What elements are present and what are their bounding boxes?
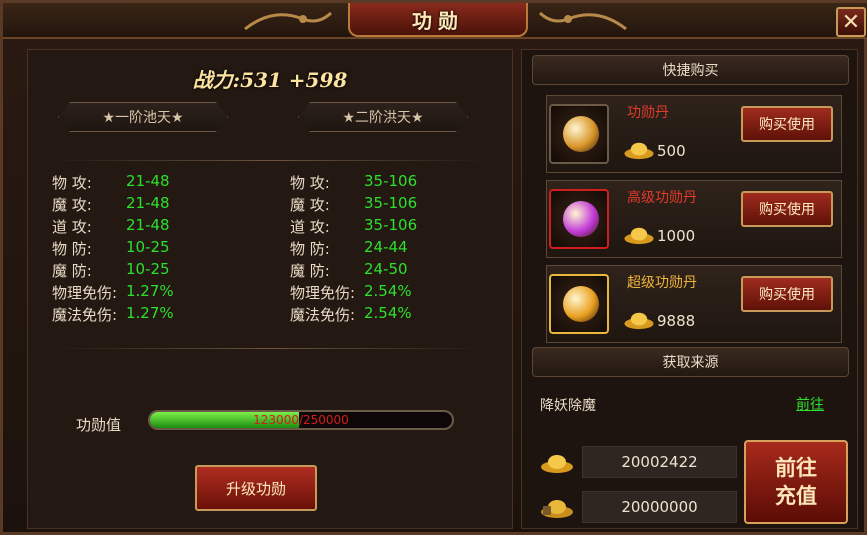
item-price: 500 <box>657 142 686 160</box>
pill-orb-icon <box>563 116 599 152</box>
stat-value: 35-106 <box>364 194 418 212</box>
stat-row: 物理免伤: 2.54% <box>290 282 412 304</box>
stat-row: 魔 攻: 21-48 <box>52 194 170 216</box>
merit-label: 功勋值 <box>76 416 122 434</box>
buy-and-use-button[interactable]: 购买使用 <box>741 191 833 227</box>
item-name: 高级功勋丹 <box>627 190 697 206</box>
stat-row: 魔法免伤: 2.54% <box>290 304 412 326</box>
stat-label: 物 防: <box>290 240 330 258</box>
bound-gold-ingot-icon <box>541 500 573 518</box>
stat-label: 物 攻: <box>52 174 92 192</box>
stat-value: 21-48 <box>126 194 170 212</box>
stat-value: 2.54% <box>364 304 412 322</box>
stat-label: 魔 防: <box>290 262 330 280</box>
source-name: 降妖除魔 <box>540 398 596 414</box>
stat-label: 物 防: <box>52 240 92 258</box>
divider-bottom <box>50 348 490 349</box>
gold-ingot-icon <box>624 227 654 245</box>
recharge-line2: 充值 <box>775 483 817 508</box>
gold-ingot-icon <box>624 142 654 160</box>
stat-value: 21-48 <box>126 216 170 234</box>
stat-value: 24-50 <box>364 260 408 278</box>
shop-item: 超级功勋丹 9888 购买使用 <box>546 265 842 343</box>
buy-and-use-button[interactable]: 购买使用 <box>741 276 833 312</box>
stat-label: 魔 攻: <box>290 196 330 214</box>
upgrade-merit-button[interactable]: 升级功勋 <box>195 465 317 511</box>
quick-buy-header: 快捷购买 <box>532 55 849 85</box>
stat-value: 24-44 <box>364 238 408 256</box>
item-name: 功勋丹 <box>627 105 669 121</box>
stat-row: 魔法免伤: 1.27% <box>52 304 174 326</box>
source-goto-link[interactable]: 前往 <box>796 394 824 414</box>
stat-value: 21-48 <box>126 172 170 190</box>
current-tier-label: ★一阶池天★ <box>58 102 228 132</box>
stat-row: 道 攻: 21-48 <box>52 216 170 238</box>
stat-row: 物 防: 24-44 <box>290 238 408 260</box>
stat-value: 35-106 <box>364 216 418 234</box>
recharge-button[interactable]: 前往 充值 <box>744 440 848 524</box>
shop-panel: 快捷购买 功勋丹 500 购买使用 高级功勋丹 1000 购买使用 超级功勋丹 <box>521 49 858 529</box>
pill-item-icon <box>549 189 609 249</box>
stat-value: 10-25 <box>126 260 170 278</box>
close-button[interactable]: ✕ <box>836 7 866 37</box>
stat-label: 道 攻: <box>290 218 330 236</box>
stat-value: 1.27% <box>126 304 174 322</box>
gold-ingot-icon <box>541 455 573 473</box>
gold-amount: 20002422 <box>582 446 737 478</box>
merit-progress-bar: 123000/250000 <box>148 410 454 430</box>
pill-item-icon <box>549 104 609 164</box>
stat-row: 物 防: 10-25 <box>52 238 170 260</box>
stat-label: 道 攻: <box>52 218 92 236</box>
stat-row: 魔 攻: 35-106 <box>290 194 417 216</box>
source-header: 获取来源 <box>532 347 849 377</box>
buy-and-use-button[interactable]: 购买使用 <box>741 106 833 142</box>
stat-value: 1.27% <box>126 282 174 300</box>
item-price: 9888 <box>657 312 696 330</box>
window-title: 功勋 <box>412 8 464 33</box>
next-tier-label: ★二阶洪天★ <box>298 102 468 132</box>
recharge-line1: 前往 <box>775 455 817 480</box>
stat-row: 物 攻: 35-106 <box>290 172 417 194</box>
title-bar: 功勋 ✕ <box>3 3 867 39</box>
stat-row: 道 攻: 35-106 <box>290 216 417 238</box>
stat-row: 魔 防: 10-25 <box>52 260 170 282</box>
stat-value: 10-25 <box>126 238 170 256</box>
stat-label: 魔 防: <box>52 262 92 280</box>
merit-progress-text: 123000/250000 <box>253 413 349 427</box>
merit-window: 功勋 ✕ 战力:531 +598 ★一阶池天★ ★二阶洪天★ 物 攻: 21-48… <box>0 0 867 535</box>
stat-label: 魔法免伤: <box>290 306 356 324</box>
stat-label: 魔 攻: <box>52 196 92 214</box>
pill-orb-icon <box>563 286 599 322</box>
stat-row: 物理免伤: 1.27% <box>52 282 174 304</box>
gold-ingot-icon <box>624 312 654 330</box>
stat-label: 物理免伤: <box>52 284 118 302</box>
stat-value: 2.54% <box>364 282 412 300</box>
divider-top <box>50 160 490 161</box>
stat-row: 魔 防: 24-50 <box>290 260 408 282</box>
merit-stats-panel: 战力:531 +598 ★一阶池天★ ★二阶洪天★ 物 攻: 21-48 魔 攻: 2… <box>27 49 513 529</box>
dragon-ornament-right <box>538 11 627 31</box>
dragon-ornament-left <box>244 11 333 31</box>
stat-value: 35-106 <box>364 172 418 190</box>
pill-item-icon <box>549 274 609 334</box>
shop-item: 功勋丹 500 购买使用 <box>546 95 842 173</box>
close-icon: ✕ <box>841 9 861 35</box>
combat-power: 战力:531 +598 <box>192 68 348 92</box>
stat-label: 物理免伤: <box>290 284 356 302</box>
pill-orb-icon <box>563 201 599 237</box>
title-plate: 功勋 <box>348 3 528 37</box>
item-name: 超级功勋丹 <box>627 275 697 291</box>
stat-label: 魔法免伤: <box>52 306 118 324</box>
stat-row: 物 攻: 21-48 <box>52 172 170 194</box>
shop-item: 高级功勋丹 1000 购买使用 <box>546 180 842 258</box>
bound-gold-amount: 20000000 <box>582 491 737 523</box>
item-price: 1000 <box>657 227 696 245</box>
stat-label: 物 攻: <box>290 174 330 192</box>
